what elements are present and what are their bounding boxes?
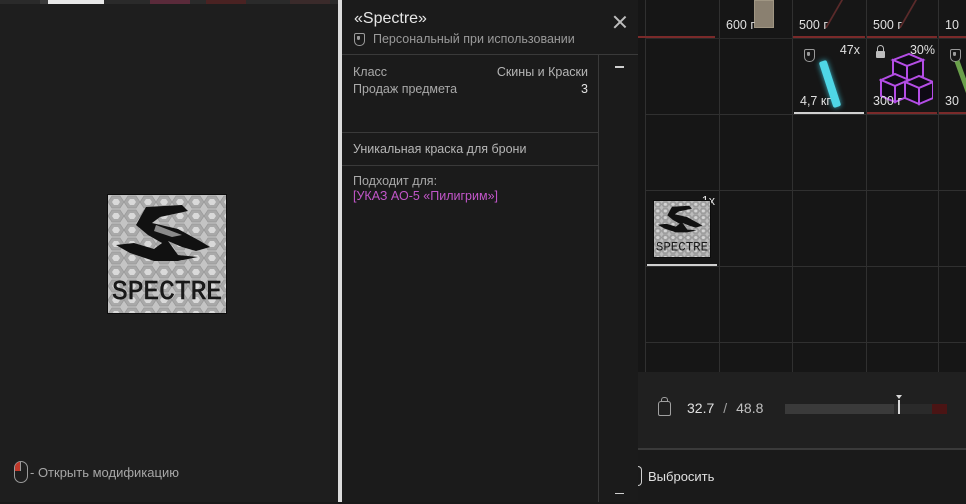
scroll-bottom-cap <box>615 492 624 494</box>
item-icon <box>954 60 966 98</box>
compatibility-section: Подходит для: [УКАЗ АО-5 «Пилигрим»] <box>342 166 598 203</box>
close-icon[interactable] <box>610 12 630 32</box>
tooltip-body: Класс Скины и Краски Продаж предмета 3 У… <box>342 55 599 502</box>
slot-weight: 30 <box>945 94 959 108</box>
slot-weight: 300 г <box>873 94 902 108</box>
item-tooltip: «Spectre» Персональный при использовании… <box>338 0 638 502</box>
weight-current: 32.7 <box>687 400 715 416</box>
tooltip-header: «Spectre» Персональный при использовании <box>342 0 638 55</box>
stat-value: Скины и Краски <box>496 64 588 79</box>
mouse-icon <box>14 461 28 483</box>
stat-label: Класс <box>353 64 388 79</box>
item-preview-panel: SPECTRE - Открыть модификацию <box>0 0 338 502</box>
weight-readout: 32.7 / 48.8 <box>658 396 764 416</box>
spectre-logo-text: SPECTRE <box>112 278 222 308</box>
scroll-top-cap <box>615 66 624 68</box>
shield-icon <box>354 32 365 46</box>
slot-weight: 4,7 кг <box>800 94 831 108</box>
slot-weight: 10 <box>945 18 959 32</box>
stat-row-class: Класс Скины и Краски <box>342 63 598 80</box>
slot-weight: 500 г <box>799 18 828 32</box>
stats-section: Класс Скины и Краски Продаж предмета 3 <box>342 55 598 133</box>
description-section: Уникальная краска для брони <box>342 133 598 166</box>
inventory-slot[interactable]: 30 <box>939 40 966 114</box>
inventory-slot[interactable]: 500 г <box>867 0 946 38</box>
weight-separator: / <box>723 400 728 416</box>
open-mod-hint: - Открыть модификацию <box>14 460 179 484</box>
item-title: «Spectre» <box>354 10 427 27</box>
weight-meter <box>785 395 947 414</box>
fits-label: Подходит для: <box>353 174 438 188</box>
slot-weight: 500 г <box>873 18 902 32</box>
spectre-small-icon: SPECTRE <box>653 200 711 258</box>
shield-icon <box>804 49 815 62</box>
kettlebell-icon <box>658 396 671 416</box>
open-mod-hint-text: - Открыть модификацию <box>30 464 179 480</box>
stat-row-sales: Продаж предмета 3 <box>342 80 598 97</box>
inventory-slot[interactable]: 500 г <box>793 0 872 38</box>
binding-status: Персональный при использовании <box>354 32 575 46</box>
weight-threshold-arrow <box>896 395 902 399</box>
inventory-grid-panel: 600 г 500 г 500 г 10 47x 4,7 кг 30% 300 … <box>638 0 966 504</box>
inventory-slot[interactable]: 30% 300 г <box>867 40 937 114</box>
lock-shackle <box>877 45 884 52</box>
inventory-slot[interactable] <box>638 0 715 38</box>
preview-top-strip <box>0 0 338 4</box>
binding-text: Персональный при использовании <box>373 32 575 46</box>
inventory-footer: Выбросить <box>638 448 966 504</box>
slot-count: 47x <box>839 43 860 57</box>
item-description: Уникальная краска для брони <box>353 142 527 156</box>
fits-item-link[interactable]: [УКАЗ АО-5 «Пилигрим»] <box>342 188 598 203</box>
weight-max: 48.8 <box>736 400 764 416</box>
stat-value: 3 <box>581 81 588 96</box>
inventory-slot[interactable]: 600 г <box>720 0 792 38</box>
drop-button[interactable]: Выбросить <box>638 462 714 490</box>
weight-indicator: 32.7 / 48.8 <box>638 372 966 448</box>
paper-icon <box>754 0 774 28</box>
mouse-icon <box>638 466 642 486</box>
inventory-slot[interactable]: 47x 4,7 кг <box>794 40 864 114</box>
tooltip-scrollbar[interactable] <box>608 60 630 498</box>
slot-weight: 600 г <box>726 18 755 32</box>
item-icon <box>824 0 872 28</box>
spectre-inventory-slot[interactable]: 1x SPECTRE <box>647 192 717 266</box>
drop-button-label: Выбросить <box>648 468 715 484</box>
stat-label: Продаж предмета <box>353 81 458 96</box>
inventory-slot[interactable]: 10 <box>939 0 966 38</box>
spectre-small-logo-text: SPECTRE <box>656 239 709 254</box>
spectre-item-icon: SPECTRE <box>107 194 227 314</box>
weight-threshold-mark <box>898 400 900 414</box>
